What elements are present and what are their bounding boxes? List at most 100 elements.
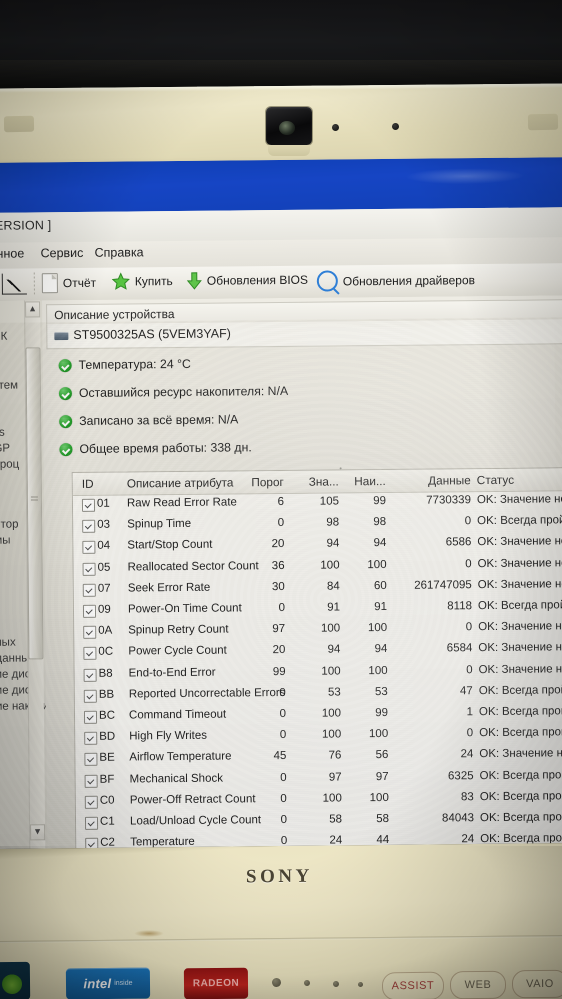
device-model-label: ST9500325AS (5VEM3YAF) [73, 326, 231, 342]
cell-data: 261747095 [414, 578, 472, 592]
cell-status: OK: Значение норма [477, 577, 562, 591]
cell-id: 05 [97, 561, 111, 574]
row-checkbox[interactable] [83, 647, 97, 661]
cell-data: 6325 [447, 769, 474, 783]
ok-check-icon [58, 358, 72, 372]
sticker-green [0, 961, 31, 999]
cell-data: 0 [464, 515, 472, 528]
cell-id: BC [98, 709, 116, 722]
cell-status: OK: Всегда пройдено [478, 683, 562, 697]
status-led-4 [357, 981, 364, 988]
toolbar-button-0[interactable]: Отчёт [41, 273, 96, 294]
tree-scrollbar-thumb[interactable] [25, 347, 44, 660]
row-checkbox[interactable] [82, 519, 96, 534]
row-checkbox[interactable] [82, 583, 96, 597]
row-checkbox[interactable] [82, 541, 96, 555]
toolbar-button-label: Купить [134, 274, 173, 289]
cell-status: OK: Значение норма [478, 620, 562, 634]
toolbar-button-3[interactable]: Обновления драйверов [316, 269, 475, 292]
cell-id: C0 [99, 794, 115, 807]
row-checkbox[interactable] [84, 816, 99, 830]
cell-threshold: 20 [272, 644, 286, 657]
microphone-hole-right [392, 123, 399, 130]
cell-threshold: 6 [277, 495, 285, 509]
tree-scroll-up-button[interactable]: ▲ [25, 301, 41, 318]
sidebar-item-7[interactable]: итор [0, 519, 19, 531]
cell-worst: 60 [373, 579, 387, 592]
cell-worst: 94 [373, 537, 387, 550]
toolbar-button-1[interactable]: Купить [111, 272, 173, 291]
assist-button[interactable]: ASSIST [381, 971, 445, 999]
row-checkbox[interactable] [84, 731, 98, 746]
cell-id: 04 [97, 540, 111, 553]
cell-threshold: 97 [272, 623, 286, 636]
row-checkbox[interactable] [83, 710, 98, 724]
cell-name: Command Timeout [128, 708, 227, 722]
cell-worst: 100 [369, 791, 389, 804]
row-checkbox[interactable] [84, 795, 98, 809]
row-checkbox[interactable] [82, 562, 96, 576]
device-row[interactable]: ST9500325AS (5VEM3YAF) [46, 319, 562, 350]
cell-value: 91 [327, 601, 341, 614]
menu-item-0[interactable]: анное [0, 246, 24, 260]
cell-id: 03 [97, 518, 111, 531]
toolbar-graph-button[interactable] [1, 273, 27, 295]
cell-threshold: 0 [280, 771, 287, 784]
sidebar-item-3[interactable]: vs [0, 427, 5, 439]
web-button[interactable]: WEB [449, 970, 507, 999]
cell-value: 100 [320, 622, 341, 635]
sidebar-item-8[interactable]: мы [0, 535, 11, 547]
cell-value: 84 [326, 580, 340, 593]
webcam [266, 107, 312, 145]
plastic-stain [134, 930, 164, 937]
cell-data: 0 [465, 621, 473, 634]
row-checkbox[interactable] [83, 625, 97, 640]
cell-value: 100 [321, 665, 341, 678]
menu-item-2[interactable]: Справка [94, 245, 143, 259]
health-label: Температура: 24 °C [78, 356, 191, 372]
health-row-1: Оставшийся ресурс накопителя: N/A [58, 384, 288, 400]
cell-threshold: 0 [278, 601, 286, 615]
column-header-name[interactable]: Описание атрибута [127, 475, 234, 490]
cell-value: 97 [328, 771, 342, 784]
cell-id: BB [98, 688, 115, 701]
cell-data: 47 [459, 684, 473, 698]
cell-value: 94 [327, 643, 341, 656]
vaio-button[interactable]: VAIO [511, 969, 562, 999]
row-checkbox[interactable] [81, 498, 96, 512]
sidebar-item-9[interactable]: ных [0, 637, 16, 649]
row-checkbox[interactable] [82, 604, 97, 618]
menu-item-1[interactable]: Сервис [40, 246, 83, 260]
column-header-status[interactable]: Статус [477, 473, 514, 487]
sidebar-item-2[interactable]: стем [0, 380, 18, 392]
toolbar-separator [33, 272, 35, 295]
sidebar-item-5[interactable]: проц [0, 459, 19, 471]
column-header-worst[interactable]: Наи... [354, 474, 386, 488]
cell-threshold: 0 [280, 792, 287, 805]
sidebar-item-1[interactable]: ПК [0, 331, 7, 343]
radeon-label: RADEON [192, 977, 240, 990]
column-header-value[interactable]: Зна... [309, 474, 339, 488]
sidebar-item-6[interactable]: л [0, 503, 1, 515]
sidebar-item-4[interactable]: GP [0, 443, 10, 455]
cell-name: High Fly Writes [129, 729, 208, 743]
column-header-id[interactable]: ID [82, 477, 94, 491]
row-checkbox[interactable] [83, 668, 97, 682]
column-header-threshold[interactable]: Порог [251, 475, 284, 489]
cell-name: Raw Read Error Rate [126, 496, 237, 510]
health-row-3: Общее время работы: 338 дн. [59, 440, 252, 456]
power-led [271, 977, 282, 988]
toolbar-button-2[interactable]: Обновления BIOS [186, 271, 308, 290]
cell-name: Power Cycle Count [128, 644, 227, 658]
health-label: Записано за всё время: N/A [79, 412, 239, 428]
cell-status: OK: Всегда пройдено [477, 514, 562, 528]
tree-scroll-down-button[interactable]: ▼ [30, 824, 46, 841]
row-checkbox[interactable] [84, 753, 98, 767]
row-checkbox[interactable] [83, 689, 97, 703]
cell-id: 07 [97, 582, 111, 595]
row-checkbox[interactable] [84, 774, 98, 788]
cell-value: 53 [327, 686, 341, 699]
smart-attributes-table[interactable]: ID Описание атрибута Порог Зна... Наи... Данн… [71, 467, 562, 855]
column-header-data[interactable]: Данные [428, 473, 471, 487]
cell-threshold: 30 [271, 580, 285, 593]
